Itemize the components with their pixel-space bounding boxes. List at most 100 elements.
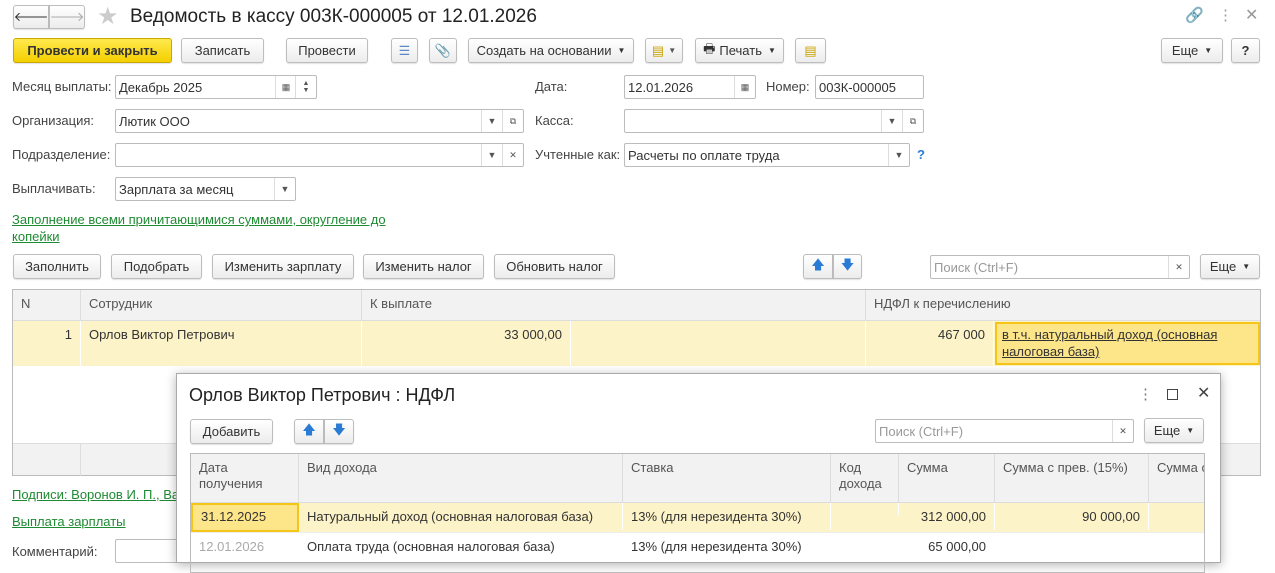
more-button[interactable]: Еще ▼ <box>1161 38 1223 63</box>
col-header-sum[interactable]: Сумма <box>899 454 995 503</box>
number-field[interactable]: 003К-000005 <box>815 75 924 99</box>
salary-payment-link[interactable]: Выплата зарплаты <box>12 514 126 529</box>
paperclip-icon: 📎 <box>434 42 452 58</box>
signatures-link[interactable]: Подписи: Воронов И. П., Ва <box>12 487 179 502</box>
open-icon[interactable]: ⧉ <box>502 110 523 132</box>
add-button[interactable]: Добавить <box>190 419 273 444</box>
spin-icon[interactable]: ▲ ▼ <box>295 76 316 98</box>
dropdown-arrow-icon: ▼ <box>1242 262 1251 271</box>
attach-button[interactable]: 📎 <box>429 38 457 63</box>
close-icon[interactable]: ✕ <box>1245 5 1258 25</box>
cash-field[interactable]: ▼ ⧉ <box>624 109 924 133</box>
col-header-rate[interactable]: Ставка <box>623 454 831 503</box>
col-header-n[interactable]: N <box>13 290 81 321</box>
post-button[interactable]: Провести <box>286 38 368 63</box>
fill-settings-link[interactable]: Заполнение всеми причитающимися суммами,… <box>12 211 402 245</box>
favorite-star-icon[interactable]: ★ <box>97 2 119 31</box>
arrow-up-icon: 🡅 <box>811 256 825 272</box>
cell-sum: 65 000,00 <box>899 533 995 560</box>
organization-label: Организация: <box>12 113 95 128</box>
arrow-up-icon: 🡅 <box>302 421 316 437</box>
change-salary-button[interactable]: Изменить зарплату <box>212 254 354 279</box>
calendar-icon[interactable]: ▦ <box>734 76 755 98</box>
cell-empty <box>571 321 866 366</box>
help-button[interactable]: ? <box>1231 38 1260 63</box>
modal-search-input[interactable]: Поиск (Ctrl+F) ✕ <box>875 419 1134 443</box>
cell-ndfl: 467 000 <box>866 321 994 366</box>
forward-button[interactable]: 🡒 <box>49 5 85 29</box>
close-icon[interactable]: ✕ <box>1197 383 1210 403</box>
ndfl-detail-link[interactable]: в т.ч. натуральный доход (основная налог… <box>995 322 1260 365</box>
date-value: 12.01.2026 <box>628 80 694 95</box>
month-field[interactable]: Декабрь 2025 ▦ ▲ ▼ <box>115 75 317 99</box>
change-tax-button[interactable]: Изменить налог <box>363 254 484 279</box>
report-icon: ▤ <box>651 42 665 58</box>
clear-icon[interactable]: ✕ <box>502 144 523 166</box>
dropdown-arrow-icon[interactable]: ▼ <box>481 144 502 166</box>
arrow-left-icon: 🡐 <box>13 9 49 24</box>
move-up-button[interactable]: 🡅 <box>294 419 324 444</box>
organization-field[interactable]: Лютик ООО ▼ ⧉ <box>115 109 524 133</box>
cell-sum-15 <box>995 533 1149 545</box>
col-header-sum-other[interactable]: Сумма с <box>1149 454 1204 503</box>
move-down-button[interactable]: 🡇 <box>324 419 354 444</box>
post-and-close-button[interactable]: Провести и закрыть <box>13 38 172 63</box>
print-label: Печать <box>719 43 762 58</box>
pick-button[interactable]: Подобрать <box>111 254 202 279</box>
calendar-icon[interactable]: ▦ <box>275 76 296 98</box>
cell-income-type: Оплата труда (основная налоговая база) <box>299 533 623 560</box>
date-field[interactable]: 12.01.2026 ▦ <box>624 75 756 99</box>
modal-more-button[interactable]: Еще ▼ <box>1144 418 1204 443</box>
col-header-to-pay[interactable]: К выплате <box>362 290 866 321</box>
cell-to-pay: 33 000,00 <box>362 321 571 366</box>
col-header-sum-15[interactable]: Сумма с прев. (15%) <box>995 454 1149 503</box>
dropdown-arrow-icon[interactable]: ▼ <box>274 178 295 200</box>
move-down-button[interactable]: 🡇 <box>833 254 862 279</box>
fill-button[interactable]: Заполнить <box>13 254 101 279</box>
clear-icon[interactable]: ✕ <box>1168 256 1189 278</box>
dropdown-arrow-icon[interactable]: ▼ <box>881 110 902 132</box>
structure-button[interactable]: ▤ <box>795 38 826 63</box>
create-based-on-button[interactable]: Создать на основании ▼ <box>468 38 634 63</box>
open-icon[interactable]: ⧉ <box>902 110 923 132</box>
table-row[interactable]: 31.12.2025 Натуральный доход (основная н… <box>191 503 1204 533</box>
col-header-ndfl[interactable]: НДФЛ к перечислению <box>866 290 1260 321</box>
dropdown-arrow-icon: ▼ <box>617 46 626 55</box>
table-more-button[interactable]: Еще ▼ <box>1200 254 1260 279</box>
col-header-income-code[interactable]: Код дохода <box>831 454 899 503</box>
journal-button[interactable]: ☰ <box>391 38 418 63</box>
more-vertical-icon[interactable]: ⋮ <box>1138 385 1153 403</box>
ndfl-modal: Орлов Виктор Петрович : НДФЛ ⋮ ✕ Добавит… <box>176 373 1221 573</box>
accounted-value: Расчеты по оплате труда <box>628 148 780 163</box>
print-button[interactable]: 🖶 Печать ▼ <box>695 38 784 63</box>
more-vertical-icon[interactable]: ⋮ <box>1218 6 1233 24</box>
col-header-date[interactable]: Дата получения <box>191 454 299 503</box>
maximize-icon[interactable] <box>1167 389 1178 400</box>
cell-date[interactable]: 31.12.2025 <box>191 503 299 532</box>
table-search-input[interactable]: Поиск (Ctrl+F) ✕ <box>930 255 1190 279</box>
back-button[interactable]: 🡐 <box>13 5 49 29</box>
cell-employee: Орлов Виктор Петрович <box>81 321 362 366</box>
accounted-field[interactable]: Расчеты по оплате труда ▼ <box>624 143 910 167</box>
pay-value: Зарплата за месяц <box>119 182 234 197</box>
help-icon[interactable]: ? <box>917 147 925 162</box>
pay-label: Выплачивать: <box>12 181 96 196</box>
report-button[interactable]: ▤ ▼ <box>645 38 683 63</box>
col-header-employee[interactable]: Сотрудник <box>81 290 362 321</box>
table-row[interactable]: 1 Орлов Виктор Петрович 33 000,00 467 00… <box>13 321 1260 366</box>
move-up-button[interactable]: 🡅 <box>803 254 833 279</box>
pay-field[interactable]: Зарплата за месяц ▼ <box>115 177 296 201</box>
dropdown-arrow-icon[interactable]: ▼ <box>481 110 502 132</box>
dropdown-arrow-icon: ▼ <box>1186 426 1195 435</box>
department-field[interactable]: ▼ ✕ <box>115 143 524 167</box>
month-label: Месяц выплаты: <box>12 79 112 94</box>
link-icon[interactable]: 🔗 <box>1185 6 1204 24</box>
dropdown-arrow-icon[interactable]: ▼ <box>888 144 909 166</box>
update-tax-button[interactable]: Обновить налог <box>494 254 615 279</box>
save-button[interactable]: Записать <box>181 38 264 63</box>
cell-sum-15: 90 000,00 <box>995 503 1149 530</box>
cell-income-type: Натуральный доход (основная налоговая ба… <box>299 503 623 530</box>
col-header-income-type[interactable]: Вид дохода <box>299 454 623 503</box>
clear-icon[interactable]: ✕ <box>1112 420 1133 442</box>
more-label: Еще <box>1171 43 1199 58</box>
